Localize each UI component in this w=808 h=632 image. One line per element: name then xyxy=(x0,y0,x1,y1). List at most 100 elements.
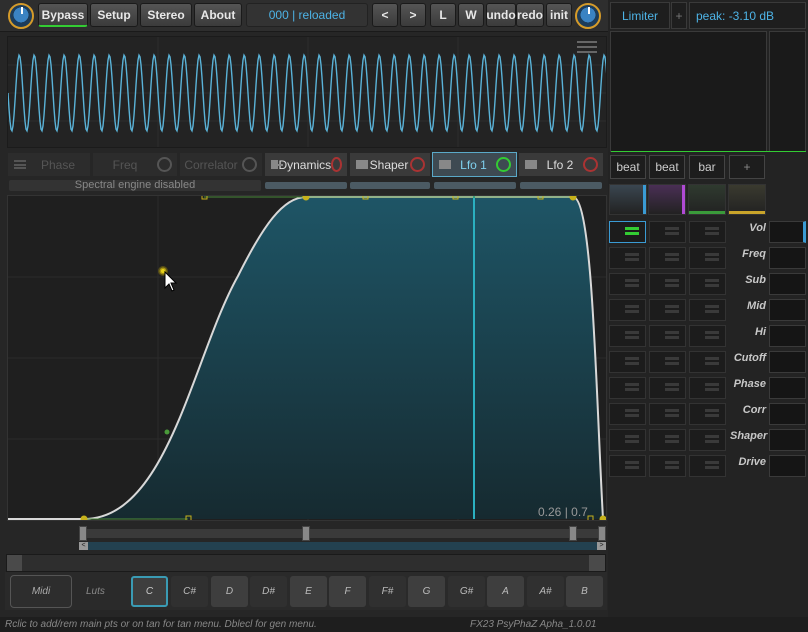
matrix-cell[interactable] xyxy=(649,351,686,373)
matrix-cell[interactable] xyxy=(609,377,646,399)
menu-icon[interactable] xyxy=(14,160,26,169)
waveform-menu-icon[interactable] xyxy=(577,41,597,53)
power-icon[interactable] xyxy=(496,157,511,172)
matrix-row-value[interactable] xyxy=(769,403,806,425)
tab-lfo-2[interactable]: Lfo 2 xyxy=(518,152,604,177)
range-slider-track[interactable] xyxy=(81,529,605,538)
output-gain-knob[interactable] xyxy=(575,3,601,29)
matrix-row-value[interactable] xyxy=(769,247,806,269)
matrix-cell[interactable] xyxy=(649,429,686,451)
init-button[interactable]: init xyxy=(546,3,572,27)
scrollbar-right-cap[interactable] xyxy=(589,555,605,571)
matrix-cell[interactable] xyxy=(649,221,686,243)
add-trigger-button[interactable]: + xyxy=(729,155,765,179)
tab-dynamics[interactable]: Dynamics xyxy=(264,152,348,177)
limiter-add-button[interactable]: + xyxy=(671,2,687,29)
matrix-row-value[interactable] xyxy=(769,455,806,477)
lfo-2-amount-bar[interactable] xyxy=(520,182,602,189)
curve-point[interactable] xyxy=(80,515,88,522)
note-key-d[interactable]: D xyxy=(211,576,248,607)
power-icon[interactable] xyxy=(410,157,425,172)
matrix-cell[interactable] xyxy=(609,273,646,295)
matrix-cell[interactable] xyxy=(689,455,726,477)
matrix-cell[interactable] xyxy=(689,247,726,269)
note-key-e[interactable]: E xyxy=(290,576,327,607)
trigger-beat-1[interactable]: beat xyxy=(610,155,646,179)
midi-button[interactable]: Midi xyxy=(10,575,72,608)
preset-display[interactable]: 000 | reloaded xyxy=(246,3,368,27)
undo-button[interactable]: undo xyxy=(486,3,516,27)
matrix-cell[interactable] xyxy=(689,221,726,243)
input-gain-knob[interactable] xyxy=(8,3,34,29)
matrix-cell[interactable] xyxy=(609,221,646,243)
shaper-amount-bar[interactable] xyxy=(350,182,430,189)
matrix-cell[interactable] xyxy=(649,299,686,321)
power-icon[interactable] xyxy=(331,157,342,172)
note-key-a-sharp[interactable]: A# xyxy=(527,576,564,607)
redo-button[interactable]: redo xyxy=(516,3,544,27)
trigger-bar[interactable]: bar xyxy=(689,155,725,179)
tab-lfo-1[interactable]: Lfo 1 xyxy=(432,152,517,177)
tab-shaper[interactable]: Shaper xyxy=(349,152,431,177)
load-button[interactable]: L xyxy=(430,3,456,27)
matrix-cell[interactable] xyxy=(609,247,646,269)
note-key-b[interactable]: B xyxy=(566,576,603,607)
curve-svg[interactable] xyxy=(8,196,607,521)
matrix-cell[interactable] xyxy=(649,455,686,477)
trigger-beat-2[interactable]: beat xyxy=(649,155,685,179)
note-key-c-sharp[interactable]: C# xyxy=(171,576,208,607)
matrix-cell[interactable] xyxy=(689,325,726,347)
matrix-cell[interactable] xyxy=(609,325,646,347)
scrollbar-left-cap[interactable] xyxy=(7,555,22,571)
note-key-d-sharp[interactable]: D# xyxy=(250,576,287,607)
horizontal-scrollbar[interactable] xyxy=(6,554,606,572)
power-icon[interactable] xyxy=(157,157,172,172)
matrix-cell[interactable] xyxy=(609,455,646,477)
range-handle-right[interactable] xyxy=(569,526,577,541)
about-button[interactable]: About xyxy=(194,3,242,27)
matrix-row-value[interactable] xyxy=(769,221,806,243)
scroll-left-arrow-icon[interactable]: < xyxy=(79,542,88,550)
note-key-g[interactable]: G xyxy=(408,576,445,607)
zoom-scrollbar[interactable] xyxy=(81,542,605,550)
tab-correlator[interactable]: Correlator xyxy=(179,152,263,177)
matrix-cell[interactable] xyxy=(609,429,646,451)
scroll-right-arrow-icon[interactable]: > xyxy=(597,542,606,550)
dynamics-amount-bar[interactable] xyxy=(265,182,347,189)
lfo-1-amount-bar[interactable] xyxy=(434,182,516,189)
power-icon[interactable] xyxy=(583,157,598,172)
menu-icon[interactable] xyxy=(271,160,284,169)
range-handle-end[interactable] xyxy=(598,526,606,541)
note-key-a[interactable]: A xyxy=(487,576,524,607)
matrix-row-value[interactable] xyxy=(769,429,806,451)
matrix-cell[interactable] xyxy=(649,325,686,347)
matrix-row-value[interactable] xyxy=(769,325,806,347)
note-key-c[interactable]: C xyxy=(131,576,168,607)
note-key-g-sharp[interactable]: G# xyxy=(448,576,485,607)
matrix-cell[interactable] xyxy=(649,247,686,269)
note-key-f-sharp[interactable]: F# xyxy=(369,576,406,607)
setup-button[interactable]: Setup xyxy=(90,3,138,27)
matrix-cell[interactable] xyxy=(609,403,646,425)
lfo-preview-4[interactable] xyxy=(728,184,766,215)
menu-icon[interactable] xyxy=(439,160,451,169)
tab-phase[interactable]: Phase xyxy=(7,152,91,177)
lfo-preview-2[interactable] xyxy=(648,184,686,215)
matrix-row-value[interactable] xyxy=(769,273,806,295)
next-preset-button[interactable]: > xyxy=(400,3,426,27)
tab-freq[interactable]: Freq xyxy=(92,152,178,177)
matrix-cell[interactable] xyxy=(689,377,726,399)
matrix-cell[interactable] xyxy=(689,273,726,295)
matrix-cell[interactable] xyxy=(609,299,646,321)
matrix-cell[interactable] xyxy=(649,377,686,399)
prev-preset-button[interactable]: < xyxy=(372,3,398,27)
matrix-cell[interactable] xyxy=(609,351,646,373)
range-handle-mid[interactable] xyxy=(302,526,310,541)
menu-icon[interactable] xyxy=(525,160,537,169)
menu-icon[interactable] xyxy=(356,160,368,169)
matrix-row-value[interactable] xyxy=(769,299,806,321)
lfo-preview-3[interactable] xyxy=(688,184,726,215)
matrix-cell[interactable] xyxy=(649,403,686,425)
stereo-button[interactable]: Stereo xyxy=(140,3,192,27)
note-key-f[interactable]: F xyxy=(329,576,366,607)
